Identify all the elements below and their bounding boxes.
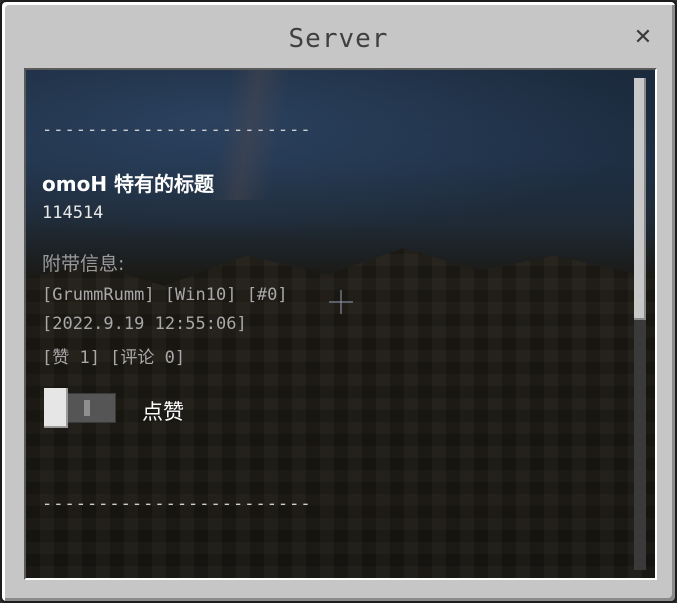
post-content: ------------------------ omoH 特有的标题 1145… [42,120,622,514]
content-panel: ------------------------ omoH 特有的标题 1145… [24,68,657,580]
title-bar: Server ✕ [10,10,667,66]
toggle-knob[interactable] [44,388,68,428]
meta-line: [GrummRumm] [Win10] [#0] [42,285,288,305]
like-toggle[interactable] [44,388,116,428]
post-id: 114514 [42,203,104,223]
scrollbar-thumb[interactable] [634,78,646,320]
post-title: omoH 特有的标题 [42,172,215,196]
divider-bottom: ------------------------ [42,494,312,514]
like-row: 点赞 [42,388,622,432]
divider-top: ------------------------ [42,120,312,140]
timestamp-line: [2022.9.19 12:55:06] [42,314,247,334]
scrollbar[interactable] [634,78,646,570]
like-label: 点赞 [142,400,184,424]
close-button[interactable]: ✕ [629,24,657,52]
info-heading: 附带信息: [42,253,125,275]
stats-line: [赞 1] [评论 0] [42,348,186,368]
dialog-title: Server [288,24,389,54]
toggle-off-indicator [84,400,90,416]
server-dialog: Server ✕ ------------------------ omoH 特… [0,0,677,603]
